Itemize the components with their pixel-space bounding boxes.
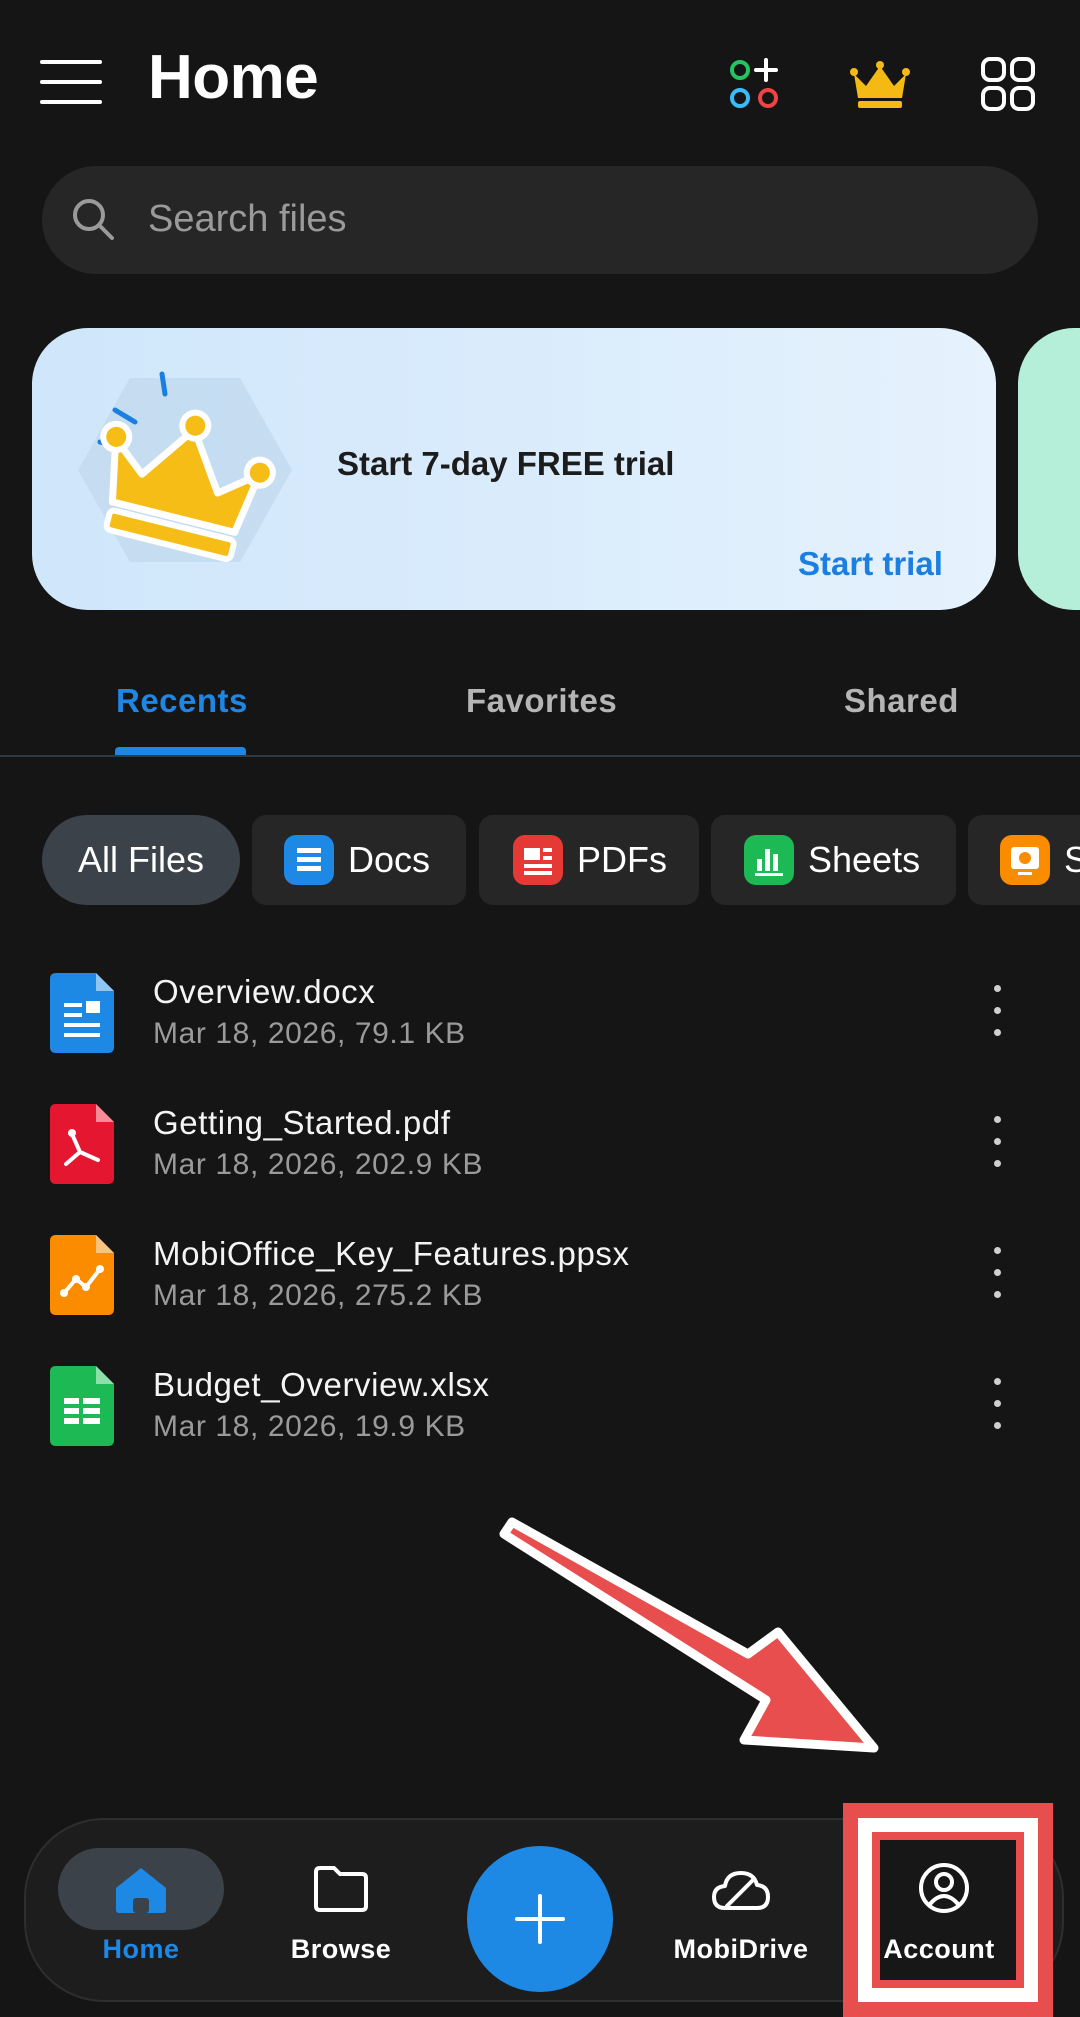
nav-home[interactable]: Home: [44, 1848, 224, 1988]
nav-label: Home: [102, 1934, 180, 1964]
home-icon: [116, 1868, 166, 1913]
file-row[interactable]: Budget_Overview.xlsx Mar 18, 2026, 19.9 …: [0, 1366, 1080, 1496]
docx-file-icon: [50, 973, 114, 1053]
promo-title: Start 7-day FREE trial: [337, 445, 675, 482]
filter-sheets[interactable]: Sheets: [711, 815, 956, 905]
xlsx-file-icon: [50, 1366, 114, 1446]
filter-docs[interactable]: Docs: [252, 815, 466, 905]
nav-label: Account: [883, 1934, 995, 1964]
file-row[interactable]: MobiOffice_Key_Features.ppsx Mar 18, 202…: [0, 1235, 1080, 1365]
chip-label: Docs: [348, 839, 431, 880]
file-row[interactable]: Overview.docx Mar 18, 2026, 79.1 KB: [0, 973, 1080, 1103]
grid-view-icon[interactable]: [980, 56, 1036, 112]
nav-mobidrive[interactable]: MobiDrive: [656, 1848, 826, 1988]
file-meta: Mar 18, 2026, 79.1 KB: [153, 1017, 466, 1050]
crown-icon[interactable]: [848, 60, 912, 110]
file-name: Overview.docx: [153, 973, 376, 1010]
file-name: Budget_Overview.xlsx: [153, 1366, 490, 1403]
file-meta: Mar 18, 2026, 19.9 KB: [153, 1410, 466, 1443]
more-options-icon[interactable]: [982, 1245, 1012, 1305]
filter-pdfs[interactable]: PDFs: [479, 815, 699, 905]
folder-icon: [314, 1866, 368, 1912]
tab-divider: [0, 755, 1080, 757]
docs-icon: [284, 835, 334, 885]
hamburger-menu-icon[interactable]: [40, 60, 102, 104]
sheets-icon: [744, 835, 794, 885]
file-row[interactable]: Getting_Started.pdf Mar 18, 2026, 202.9 …: [0, 1104, 1080, 1234]
add-apps-icon[interactable]: [728, 58, 782, 112]
file-name: Getting_Started.pdf: [153, 1104, 451, 1141]
ppsx-file-icon: [50, 1235, 114, 1315]
more-options-icon[interactable]: [982, 1114, 1012, 1174]
search-input[interactable]: [148, 196, 948, 242]
next-promo-card[interactable]: [1018, 328, 1080, 610]
account-icon: [919, 1863, 969, 1913]
cloud-icon: [712, 1871, 770, 1910]
filter-slides[interactable]: S: [968, 815, 1080, 905]
filter-all-files[interactable]: All Files: [42, 815, 240, 905]
tab-recents[interactable]: Recents: [116, 682, 248, 720]
nav-label: MobiDrive: [673, 1934, 809, 1964]
pdfs-icon: [513, 835, 563, 885]
add-button[interactable]: [467, 1846, 613, 1992]
pdf-file-icon: [50, 1104, 114, 1184]
nav-browse[interactable]: Browse: [256, 1848, 426, 1988]
more-options-icon[interactable]: [982, 1376, 1012, 1436]
active-tab-indicator: [115, 747, 246, 755]
chip-label: S: [1064, 839, 1080, 880]
more-options-icon[interactable]: [982, 983, 1012, 1043]
chip-label: PDFs: [577, 839, 667, 880]
chip-label: Sheets: [808, 839, 921, 880]
file-name: MobiOffice_Key_Features.ppsx: [153, 1235, 630, 1272]
tab-shared[interactable]: Shared: [844, 682, 959, 720]
search-icon: [70, 196, 116, 242]
plus-icon: [515, 1894, 565, 1944]
crown-illustration-icon: [70, 360, 300, 580]
start-trial-button[interactable]: Start trial: [798, 545, 943, 583]
slides-icon: [1000, 835, 1050, 885]
nav-label: Browse: [290, 1934, 392, 1964]
nav-account[interactable]: Account: [863, 1848, 1033, 1988]
chip-label: All Files: [77, 839, 205, 880]
file-meta: Mar 18, 2026, 275.2 KB: [153, 1279, 484, 1312]
page-title: Home: [148, 43, 319, 112]
annotation-arrow-icon: [499, 1517, 879, 1753]
tab-favorites[interactable]: Favorites: [466, 682, 617, 720]
file-meta: Mar 18, 2026, 202.9 KB: [153, 1148, 484, 1181]
